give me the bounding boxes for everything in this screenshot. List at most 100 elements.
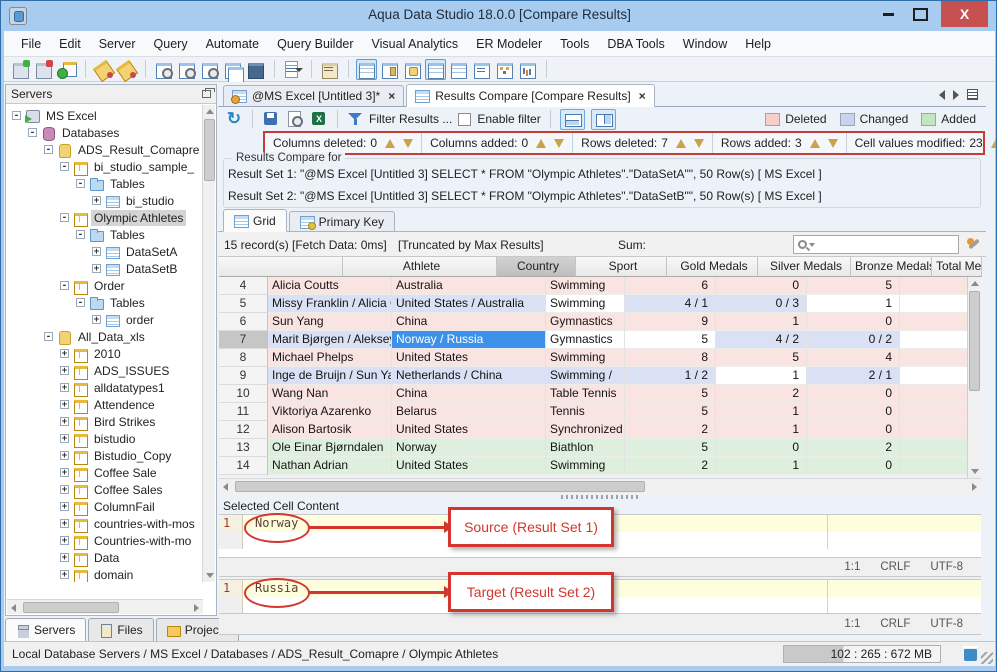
grid-cell[interactable]: 0	[807, 421, 900, 439]
tree-item[interactable]: - Tables	[7, 226, 203, 243]
tree-item[interactable]: + Coffee Sales	[7, 481, 203, 499]
grid-cell[interactable]: 1	[716, 457, 807, 475]
tree-item[interactable]: + alldatatypes1	[7, 379, 203, 397]
grid-cell[interactable]: 2	[716, 385, 807, 403]
grid-cell[interactable]: Tennis	[546, 403, 625, 421]
table-row[interactable]: 7 Marit Bjørgen / Aleksey Ne Norway / Ru…	[219, 331, 981, 349]
object-view-icon[interactable]	[402, 59, 423, 80]
tree-expander[interactable]: +	[60, 519, 69, 529]
grid-cell[interactable]: Synchronized	[546, 421, 625, 439]
new-document-icon[interactable]	[282, 59, 303, 80]
grid-vertical-scrollbar[interactable]	[967, 277, 981, 478]
row-number-cell[interactable]: 4	[219, 277, 268, 295]
menu-item[interactable]: File	[12, 37, 50, 51]
previous-diff-arrow-icon[interactable]	[536, 138, 547, 148]
grid-cell[interactable]: Gymnastics	[546, 313, 625, 331]
tree-expander[interactable]: -	[28, 128, 37, 138]
tree-item[interactable]: - Tables	[7, 294, 203, 311]
grid-cell[interactable]: Belarus	[392, 403, 546, 421]
tree-expander[interactable]: +	[92, 247, 101, 257]
grid-cell[interactable]: 4 / 2	[716, 331, 807, 349]
grid-cell[interactable]: 1	[716, 313, 807, 331]
menu-item[interactable]: Automate	[197, 37, 269, 51]
vertical-split-button[interactable]	[590, 108, 616, 130]
pivot-view-icon[interactable]	[448, 59, 469, 80]
grid-cell[interactable]: 8	[625, 349, 716, 367]
row-number-cell[interactable]: 8	[219, 349, 268, 367]
sidebar-tab[interactable]: Files	[88, 618, 154, 641]
row-number-cell[interactable]: 14	[219, 457, 268, 475]
tree-item[interactable]: - Order	[7, 277, 203, 295]
grid-cell[interactable]: United States / Australia	[392, 295, 546, 313]
table-row[interactable]: 12 Alison Bartosik United States Synchro…	[219, 421, 981, 439]
grid-cell[interactable]: United States	[392, 421, 546, 439]
grid-cell[interactable]: Australia	[392, 277, 546, 295]
grid-cell[interactable]: 2	[625, 457, 716, 475]
tree-vertical-scrollbar[interactable]	[202, 105, 215, 582]
tree-expander[interactable]: +	[60, 434, 69, 444]
row-number-cell[interactable]: 9	[219, 367, 268, 385]
tree-expander[interactable]: +	[60, 468, 69, 478]
previous-tab-icon[interactable]	[939, 89, 945, 100]
find-icon[interactable]	[286, 110, 304, 128]
previous-diff-arrow-icon[interactable]	[809, 138, 820, 148]
grid-cell[interactable]: Netherlands / China	[392, 367, 546, 385]
resize-grip[interactable]	[981, 652, 993, 664]
table-row[interactable]: 10 Wang Nan China Table Tennis 5 2 0	[219, 385, 981, 403]
relationship-view-icon[interactable]	[494, 59, 515, 80]
grid-cell[interactable]: Alison Bartosik	[268, 421, 392, 439]
grid-cell[interactable]: Michael Phelps	[268, 349, 392, 367]
grid-cell[interactable]: 5	[625, 385, 716, 403]
grid-cell[interactable]: 0	[807, 457, 900, 475]
row-number-cell[interactable]: 10	[219, 385, 268, 403]
memory-indicator[interactable]: 102 : 265 : 672 MB	[783, 645, 941, 663]
tree-item[interactable]: - Olympic Athletes	[7, 209, 203, 227]
next-tab-icon[interactable]	[953, 89, 959, 100]
table-row[interactable]: 4 Alicia Coutts Australia Swimming 6 0 5	[219, 277, 981, 295]
scrollbar-thumb[interactable]	[23, 602, 119, 613]
grid-cell[interactable]: Viktoriya Azarenko	[268, 403, 392, 421]
tree-item[interactable]: + Bird Strikes	[7, 413, 203, 431]
unregister-server-icon[interactable]	[33, 59, 54, 80]
menu-item[interactable]: Help	[736, 37, 780, 51]
grid-cell[interactable]: 1 / 2	[625, 367, 716, 385]
row-number-cell[interactable]: 7	[219, 331, 268, 349]
tree-item[interactable]: - Databases	[7, 124, 203, 141]
grid-cell[interactable]: 5	[716, 349, 807, 367]
menu-item[interactable]: Window	[674, 37, 736, 51]
row-number-cell[interactable]: 5	[219, 295, 268, 313]
tree-item[interactable]: + Data	[7, 549, 203, 567]
tree-item[interactable]: - Tables	[7, 175, 203, 192]
menu-item[interactable]: Tools	[551, 37, 598, 51]
grid-cell[interactable]: Ole Einar Bjørndalen	[268, 439, 392, 457]
scrollbar-thumb[interactable]	[969, 291, 980, 391]
tree-expander[interactable]: -	[60, 281, 69, 291]
grid-view-icon[interactable]	[356, 58, 377, 80]
next-diff-arrow-icon[interactable]	[403, 138, 414, 148]
grid-tab[interactable]: Grid	[223, 209, 287, 232]
grid-cell[interactable]: 1	[716, 403, 807, 421]
grid-lines-view-icon[interactable]	[425, 58, 446, 80]
list-view-icon[interactable]	[471, 59, 492, 80]
grid-cell[interactable]: China	[392, 385, 546, 403]
tree-item[interactable]: - ADS_Result_Comapre	[7, 141, 203, 158]
previous-diff-arrow-icon[interactable]	[385, 138, 396, 148]
grid-cell[interactable]: 1	[716, 367, 807, 385]
tree-expander[interactable]: -	[76, 298, 85, 308]
grid-cell[interactable]: Biathlon	[546, 439, 625, 457]
tree-item[interactable]: + bi_studio	[7, 192, 203, 209]
next-diff-arrow-icon[interactable]	[693, 138, 704, 148]
grid-cell[interactable]: 1	[716, 421, 807, 439]
tree-horizontal-scrollbar[interactable]	[7, 599, 203, 614]
tree-expander[interactable]: +	[60, 451, 69, 461]
grid-tab[interactable]: Primary Key	[288, 211, 396, 231]
grid-cell[interactable]: 0	[716, 277, 807, 295]
undock-icon[interactable]	[202, 88, 215, 98]
schema-compare-icon[interactable]	[116, 59, 137, 80]
tree-expander[interactable]: +	[92, 315, 101, 325]
scroll-up-arrow-icon[interactable]	[206, 109, 214, 114]
document-tab[interactable]: @MS Excel [Untitled 3]* ×	[223, 85, 405, 106]
grid-settings-icon[interactable]	[965, 236, 982, 253]
grid-cell[interactable]: Nathan Adrian	[268, 457, 392, 475]
scroll-right-arrow-icon[interactable]	[194, 604, 199, 612]
